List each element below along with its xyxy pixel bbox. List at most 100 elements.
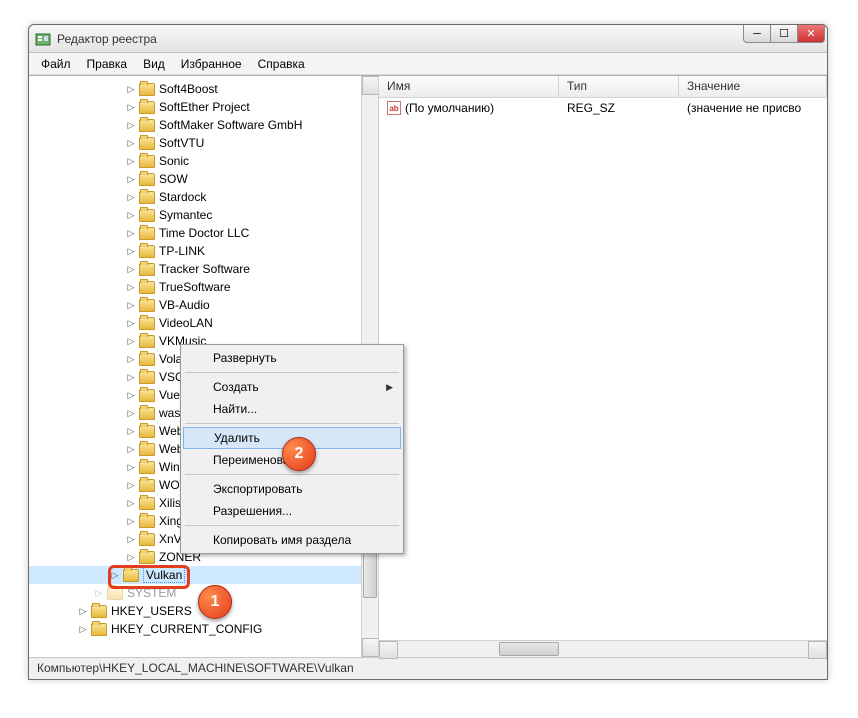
- tree-item[interactable]: ▷ VideoLAN: [29, 314, 378, 332]
- tree-item-selected[interactable]: ▷ Vulkan: [29, 566, 378, 584]
- expander-icon[interactable]: ▷: [125, 335, 137, 347]
- tree-item[interactable]: ▷SoftEther Project: [29, 98, 378, 116]
- cm-separator: [185, 525, 399, 526]
- expander-icon[interactable]: ▷: [77, 605, 89, 617]
- tree-label: Tracker Software: [159, 262, 250, 276]
- expander-icon[interactable]: ▷: [125, 551, 137, 563]
- expander-icon[interactable]: ▷: [125, 461, 137, 473]
- expander-icon[interactable]: ▷: [125, 389, 137, 401]
- tree-item[interactable]: ▷ Symantec: [29, 206, 378, 224]
- tree-label: Symantec: [159, 208, 212, 222]
- tree-item[interactable]: ▷Time Doctor LLC: [29, 224, 378, 242]
- expander-icon[interactable]: ▷: [125, 353, 137, 365]
- values-scrollbar-horizontal[interactable]: [379, 640, 827, 657]
- titlebar[interactable]: Редактор реестра ─ ☐ ✕: [29, 25, 827, 53]
- string-value-icon: ab: [387, 101, 401, 115]
- tree-label: SoftMaker Software GmbH: [159, 118, 302, 132]
- expander-icon[interactable]: ▷: [125, 371, 137, 383]
- tree-label: HKEY_USERS: [111, 604, 192, 618]
- expander-icon[interactable]: ▷: [125, 479, 137, 491]
- col-header-name[interactable]: Имя: [379, 76, 559, 97]
- expander-icon[interactable]: ▷: [125, 119, 137, 131]
- expander-icon[interactable]: ▷: [125, 227, 137, 239]
- tree-label: Stardock: [159, 190, 206, 204]
- folder-icon: [139, 533, 155, 546]
- tree-item[interactable]: ▷ VB-Audio: [29, 296, 378, 314]
- folder-icon: [139, 317, 155, 330]
- expander-icon[interactable]: ▷: [125, 101, 137, 113]
- menu-favorites[interactable]: Избранное: [173, 55, 250, 73]
- tree-label: VideoLAN: [159, 316, 213, 330]
- expander-icon[interactable]: ▷: [125, 281, 137, 293]
- registry-editor-window: Редактор реестра ─ ☐ ✕ Файл Правка Вид И…: [28, 24, 828, 680]
- cm-permissions[interactable]: Разрешения...: [183, 500, 401, 522]
- expander-icon[interactable]: ▷: [125, 299, 137, 311]
- expander-icon[interactable]: ▷: [125, 317, 137, 329]
- expander-icon[interactable]: ▷: [125, 245, 137, 257]
- tree-label: VB-Audio: [159, 298, 210, 312]
- cm-separator: [185, 423, 399, 424]
- tree-item[interactable]: ▷ Tracker Software: [29, 260, 378, 278]
- folder-icon: [139, 173, 155, 186]
- tree-label: TrueSoftware: [159, 280, 231, 294]
- cm-new[interactable]: Создать▶: [183, 376, 401, 398]
- value-row[interactable]: ab (По умолчанию) REG_SZ (значение не пр…: [379, 98, 827, 118]
- folder-icon: [139, 245, 155, 258]
- tree-item[interactable]: ▷ TrueSoftware: [29, 278, 378, 296]
- expander-icon[interactable]: ▷: [125, 263, 137, 275]
- menu-edit[interactable]: Правка: [79, 55, 136, 73]
- expander-icon[interactable]: ▷: [125, 209, 137, 221]
- menu-help[interactable]: Справка: [250, 55, 313, 73]
- cm-find[interactable]: Найти...: [183, 398, 401, 420]
- cm-separator: [185, 372, 399, 373]
- expander-icon[interactable]: ▷: [125, 425, 137, 437]
- annotation-callout-1: 1: [198, 585, 232, 619]
- cm-export[interactable]: Экспортировать: [183, 478, 401, 500]
- cm-copy-key[interactable]: Копировать имя раздела: [183, 529, 401, 551]
- value-type: REG_SZ: [559, 101, 679, 115]
- expander-icon[interactable]: ▷: [125, 137, 137, 149]
- maximize-button[interactable]: ☐: [770, 25, 798, 43]
- folder-icon: [139, 461, 155, 474]
- expander-icon[interactable]: ▷: [77, 623, 89, 635]
- tree-item[interactable]: ▷SOW: [29, 170, 378, 188]
- menu-view[interactable]: Вид: [135, 55, 173, 73]
- minimize-button[interactable]: ─: [743, 25, 771, 43]
- col-header-type[interactable]: Тип: [559, 76, 679, 97]
- tree-item[interactable]: ▷ SoftMaker Software GmbH: [29, 116, 378, 134]
- expander-icon[interactable]: ▷: [125, 173, 137, 185]
- tree-item[interactable]: ▷TP-LINK: [29, 242, 378, 260]
- expander-icon[interactable]: ▷: [125, 191, 137, 203]
- values-panel: Имя Тип Значение ab (По умолчанию) REG_S…: [379, 76, 827, 657]
- close-button[interactable]: ✕: [797, 25, 825, 43]
- tree-item[interactable]: ▷ Stardock: [29, 188, 378, 206]
- cm-expand[interactable]: Развернуть: [183, 347, 401, 369]
- tree-item[interactable]: ▷HKEY_CURRENT_CONFIG: [29, 620, 378, 638]
- value-data: (значение не присво: [679, 101, 827, 115]
- folder-icon: [139, 191, 155, 204]
- tree-label: Vulkan: [143, 567, 185, 583]
- menu-file[interactable]: Файл: [33, 55, 79, 73]
- folder-icon: [139, 209, 155, 222]
- col-header-data[interactable]: Значение: [679, 76, 827, 97]
- tree-item[interactable]: ▷Soft4Boost: [29, 80, 378, 98]
- expander-icon[interactable]: ▷: [125, 155, 137, 167]
- values-body[interactable]: ab (По умолчанию) REG_SZ (значение не пр…: [379, 98, 827, 640]
- tree-item[interactable]: ▷Sonic: [29, 152, 378, 170]
- folder-icon: [139, 263, 155, 276]
- expander-icon[interactable]: ▷: [93, 587, 105, 599]
- folder-icon: [139, 83, 155, 96]
- expander-icon[interactable]: ▷: [125, 497, 137, 509]
- expander-icon[interactable]: ▷: [125, 407, 137, 419]
- expander-icon[interactable]: ▷: [125, 83, 137, 95]
- value-name: (По умолчанию): [405, 101, 494, 115]
- h-scrollbar-thumb[interactable]: [499, 642, 559, 656]
- expander-icon[interactable]: ▷: [125, 515, 137, 527]
- expander-icon[interactable]: ▷: [125, 533, 137, 545]
- expander-icon[interactable]: ▷: [109, 569, 121, 581]
- folder-icon: [139, 497, 155, 510]
- tree-item[interactable]: ▷SoftVTU: [29, 134, 378, 152]
- expander-icon[interactable]: ▷: [125, 443, 137, 455]
- status-path: Компьютер\HKEY_LOCAL_MACHINE\SOFTWARE\Vu…: [37, 661, 354, 675]
- chevron-right-icon: ▶: [386, 382, 393, 393]
